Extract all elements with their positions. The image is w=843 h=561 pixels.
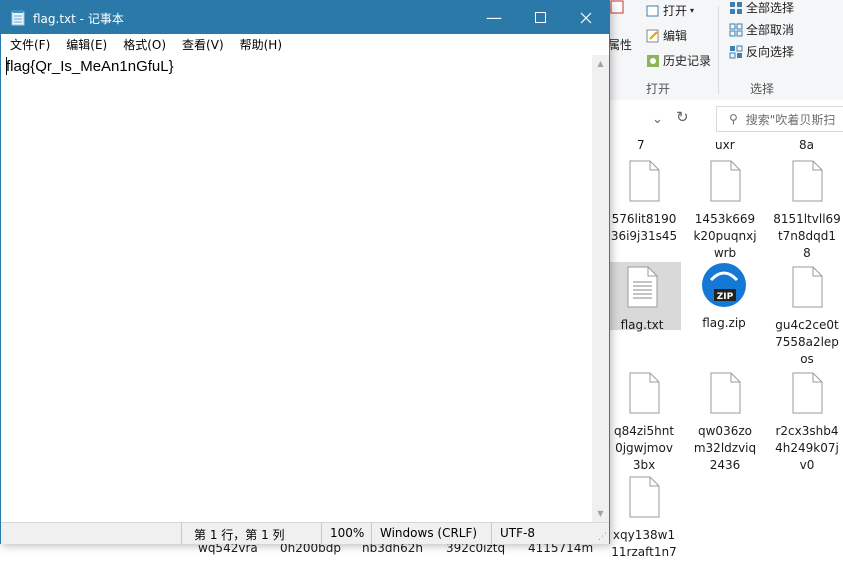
menu-view[interactable]: 查看(V)	[173, 34, 231, 55]
file-label-partial: 8a	[799, 138, 814, 152]
open-icon	[646, 5, 659, 16]
document-icon	[792, 266, 823, 308]
status-cursor-position: 第 1 行，第 1 列	[194, 528, 285, 542]
ribbon-properties-button[interactable]	[610, 0, 624, 14]
search-icon: ⚲	[729, 112, 738, 126]
file-name: 8151ltvll69 t7n8dqd1 8	[773, 212, 841, 260]
ribbon-open-button[interactable]: 打开 ▾	[646, 2, 694, 19]
status-bar: 第 1 行，第 1 列 100% Windows (CRLF) UTF-8 ⋰	[1, 522, 609, 544]
file-name: xqy138w1 11rzaft1n7	[611, 528, 677, 559]
status-divider	[321, 523, 322, 544]
history-icon	[647, 54, 659, 67]
ribbon-edit-button[interactable]: 编辑	[646, 27, 687, 44]
document-icon	[710, 372, 741, 414]
file-name: qw036zo m32ldzviq 2436	[693, 424, 757, 472]
vertical-scrollbar[interactable]: ▲ ▼	[592, 55, 609, 522]
explorer-search-input[interactable]: ⚲ 搜索"吹着贝斯扫	[716, 106, 843, 132]
select-none-icon	[729, 23, 743, 36]
document-icon	[710, 160, 741, 202]
select-all-icon	[730, 1, 742, 14]
status-divider	[371, 523, 372, 544]
file-name: r2cx3shb4 4h249k07j v0	[775, 424, 839, 472]
notepad-titlebar[interactable]: flag.txt - 记事本 —	[1, 1, 609, 34]
file-label-partial: 7	[637, 138, 645, 152]
document-icon	[629, 372, 660, 414]
minimize-button[interactable]: —	[471, 1, 517, 34]
notepad-icon	[11, 10, 25, 26]
close-icon	[580, 12, 592, 23]
status-zoom: 100%	[330, 526, 365, 540]
dropdown-chevron-icon[interactable]: ⌄	[652, 112, 663, 127]
menu-format[interactable]: 格式(O)	[114, 34, 173, 55]
status-divider	[181, 523, 182, 544]
explorer-ribbon: 属性 打开 ▾ 编辑 历史记录 打开 全部选择 全部取消 反向选择 选择	[608, 0, 843, 101]
file-name: flag.zip	[702, 316, 746, 330]
ribbon-select-group-label: 选择	[750, 82, 775, 96]
file-item[interactable]: qw036zo m32ldzviq 2436	[686, 372, 764, 474]
ribbon-select-none-button[interactable]: 全部取消	[729, 21, 794, 38]
scroll-up-icon[interactable]: ▲	[592, 55, 609, 72]
status-line-ending: Windows (CRLF)	[380, 526, 478, 540]
file-name: 576lit8190 36i9j31s45	[610, 212, 678, 243]
notepad-window: flag.txt - 记事本 — 文件(F) 编辑(E) 格式(O) 查看(V)…	[0, 0, 610, 544]
text-editor-area[interactable]: flag{Qr_Is_MeAn1nGfuL}	[1, 55, 592, 522]
file-item[interactable]: 1453k669 k20puqnxj wrb	[686, 160, 764, 262]
menu-help[interactable]: 帮助(H)	[231, 34, 289, 55]
text-file-icon	[627, 266, 658, 308]
file-name: 1453k669 k20puqnxj wrb	[693, 212, 757, 260]
file-item[interactable]: q84zi5hnt 0jgwjmov 3bx	[605, 372, 683, 474]
status-divider	[491, 523, 492, 544]
ribbon-properties-label[interactable]: 属性	[608, 36, 632, 53]
zip-archive-icon: ZIP	[702, 263, 746, 307]
ribbon-select-all-button[interactable]: 全部选择	[729, 0, 794, 16]
invert-selection-icon	[729, 45, 743, 58]
document-icon	[629, 476, 660, 518]
document-icon	[792, 372, 823, 414]
document-text: flag{Qr_Is_MeAn1nGfuL}	[6, 58, 174, 75]
file-name: q84zi5hnt 0jgwjmov 3bx	[613, 424, 675, 472]
close-button[interactable]	[563, 1, 609, 34]
edit-icon	[646, 29, 659, 42]
maximize-icon	[534, 12, 546, 23]
ribbon-history-button[interactable]: 历史记录	[646, 52, 711, 69]
file-item[interactable]: r2cx3shb4 4h249k07j v0	[768, 372, 843, 474]
maximize-button[interactable]	[517, 1, 563, 34]
file-item-selected[interactable]: flag.txt	[603, 262, 681, 332]
file-item[interactable]: ZIP flag.zip	[685, 262, 763, 332]
document-icon	[629, 160, 660, 202]
file-item[interactable]: 8151ltvll69 t7n8dqd1 8	[768, 160, 843, 262]
menu-bar: 文件(F) 编辑(E) 格式(O) 查看(V) 帮助(H)	[1, 34, 609, 55]
file-item[interactable]: gu4c2ce0t 7558a2lep os	[768, 266, 843, 368]
ribbon-open-group-label: 打开	[646, 82, 671, 96]
ribbon-invert-selection-button[interactable]: 反向选择	[729, 43, 794, 60]
ribbon-separator	[718, 6, 719, 94]
file-name: flag.txt	[620, 318, 664, 332]
properties-icon	[610, 0, 624, 14]
file-item[interactable]: xqy138w1 11rzaft1n7	[605, 476, 683, 561]
status-encoding: UTF-8	[500, 526, 535, 540]
refresh-icon[interactable]: ↻	[676, 108, 689, 126]
minimize-icon: —	[486, 8, 502, 27]
window-title: flag.txt - 记事本	[33, 12, 124, 26]
svg-text:ZIP: ZIP	[717, 292, 734, 302]
menu-edit[interactable]: 编辑(E)	[57, 34, 114, 55]
menu-file[interactable]: 文件(F)	[1, 34, 57, 55]
document-icon	[792, 160, 823, 202]
resize-grip-icon[interactable]: ⋰	[598, 532, 607, 542]
scroll-down-icon[interactable]: ▼	[592, 505, 609, 522]
file-item[interactable]: 576lit8190 36i9j31s45	[605, 160, 683, 245]
file-label-partial: uxr	[715, 138, 735, 152]
file-name: gu4c2ce0t 7558a2lep os	[775, 318, 839, 366]
